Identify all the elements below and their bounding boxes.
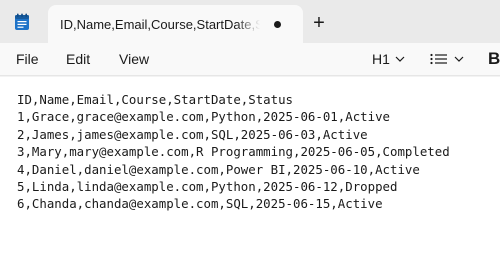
bold-button[interactable]: B xyxy=(488,49,500,69)
text-line: ID,Name,Email,Course,StartDate,Status xyxy=(17,92,294,107)
menu-edit[interactable]: Edit xyxy=(66,51,90,67)
document-tab[interactable]: ID,Name,Email,Course,StartDate,Status xyxy=(48,5,303,43)
bulleted-list-icon[interactable] xyxy=(430,53,448,65)
new-tab-button[interactable]: + xyxy=(306,10,332,36)
editor-content: ID,Name,Email,Course,StartDate,Status 1,… xyxy=(17,91,450,213)
text-line: 4,Daniel,daniel@example.com,Power BI,202… xyxy=(17,161,420,177)
text-editor[interactable]: ID,Name,Email,Course,StartDate,Status 1,… xyxy=(0,77,500,256)
menu-bar: File Edit View H1 B xyxy=(0,43,500,76)
title-bar: ID,Name,Email,Course,StartDate,Status + xyxy=(0,0,500,43)
text-line: 5,Linda,linda@example.com,Python,2025-06… xyxy=(17,179,398,195)
text-line: 1,Grace,grace@example.com,Python,2025-06… xyxy=(17,109,390,125)
tab-title: ID,Name,Email,Course,StartDate,Status xyxy=(60,17,260,32)
chevron-down-icon[interactable] xyxy=(454,55,464,63)
menu-file[interactable]: File xyxy=(16,51,39,67)
menu-view[interactable]: View xyxy=(119,51,149,67)
unsaved-dot-icon[interactable] xyxy=(274,21,281,28)
text-line: 2,James,james@example.com,SQL,2025-06-03… xyxy=(17,126,368,142)
notepad-icon xyxy=(15,13,29,30)
chevron-down-icon[interactable] xyxy=(395,55,405,63)
text-line: 3,Mary,mary@example.com,R Programming,20… xyxy=(17,144,450,160)
text-line: 6,Chanda,chanda@example.com,SQL,2025-06-… xyxy=(17,196,383,212)
heading-dropdown[interactable]: H1 xyxy=(372,51,390,67)
